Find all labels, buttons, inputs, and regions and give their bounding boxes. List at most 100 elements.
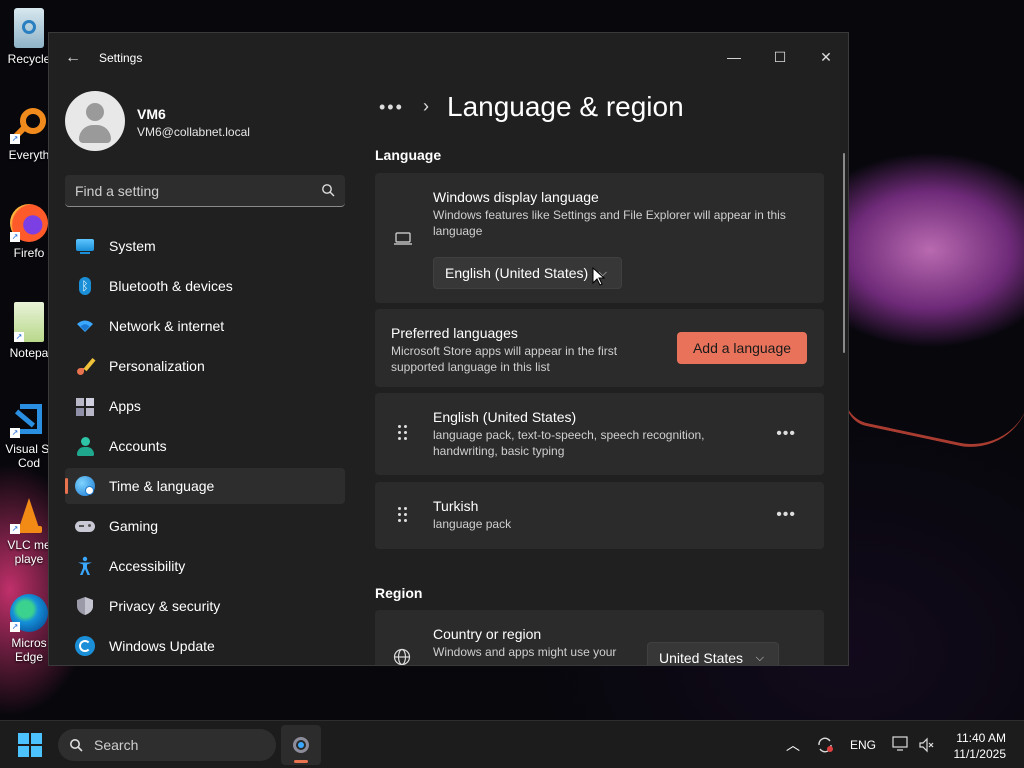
profile-name: VM6 [137,106,166,122]
find-setting-search [65,175,345,207]
windows-logo-pane [18,746,29,757]
vlc-icon: ↗ [10,496,48,534]
app-title: Settings [99,51,143,65]
shortcut-arrow-icon: ↗ [10,134,20,144]
start-button[interactable] [18,733,42,757]
shortcut-arrow-icon: ↗ [10,524,20,534]
display-language-desc-2: language [433,224,483,238]
back-button[interactable]: ← [63,48,83,68]
taskbar-search[interactable]: Search [58,729,276,761]
avatar[interactable] [65,91,125,151]
sidebar-item-network[interactable]: Network & internet [65,308,345,344]
gamepad-icon [75,516,95,536]
country-region-desc: Windows and apps might use your [433,645,617,659]
sidebar-item-accessibility[interactable]: Accessibility [65,548,345,584]
account-icon [75,436,95,456]
language-features-2: handwriting, basic typing [433,444,565,458]
chevron-up-icon[interactable]: ︿ [786,735,800,755]
clock-time: 11:40 AM [956,731,1006,745]
firefox-icon: ↗ [10,204,48,242]
more-options-button[interactable]: ••• [776,425,796,443]
sidebar-item-gaming[interactable]: Gaming [65,508,345,544]
drag-handle-icon[interactable] [397,507,409,525]
sync-icon[interactable] [816,736,834,754]
sidebar-item-label: Accounts [109,438,167,454]
language-name: English (United States) [433,409,577,425]
sidebar-item-label: Windows Update [109,638,215,654]
shortcut-arrow-icon: ↗ [10,622,20,632]
vscode-icon: ↗ [10,400,48,438]
search-input[interactable] [75,175,305,206]
mouse-cursor-icon [592,267,606,286]
arrow-left-icon: ← [65,49,81,66]
system-clock[interactable]: 11:40 AM 11/1/2025 [954,730,1007,762]
system-icon [75,236,95,256]
sidebar-item-label: System [109,238,156,254]
shield-icon [75,596,95,616]
network-icon[interactable] [892,736,910,752]
accessibility-icon [75,556,95,576]
display-language-title: Windows display language [433,189,599,205]
avatar-head [86,103,104,121]
section-title-language: Language [375,147,442,163]
sidebar-item-label: Gaming [109,518,159,534]
clock-date: 11/1/2025 [953,747,1007,761]
apps-icon [75,396,95,416]
taskbar: Search ︿ ENG 11:40 AM 11/1/2025 [0,720,1024,768]
taskbar-app-settings[interactable] [281,725,321,765]
dropdown-value: United States [659,650,744,666]
taskbar-search-label: Search [94,737,139,753]
language-item-english[interactable]: English (United States) language pack, t… [375,393,824,475]
sidebar-item-accounts[interactable]: Accounts [65,428,345,464]
shortcut-arrow-icon: ↗ [14,332,24,342]
gear-icon [293,737,309,753]
add-language-button[interactable]: Add a language [677,332,807,364]
sidebar-item-system[interactable]: System [65,228,345,264]
search-icon [70,739,83,752]
sidebar-item-windows-update[interactable]: Windows Update [65,628,345,664]
globe-clock-icon [75,476,95,496]
sidebar-item-apps[interactable]: Apps [65,388,345,424]
bluetooth-icon: ᛒ [75,276,95,296]
language-features: language pack [433,517,512,531]
sidebar-nav: System ᛒ Bluetooth & devices Network & i… [65,228,345,665]
breadcrumb-more-button[interactable]: ••• [379,97,404,118]
sidebar-item-time-language[interactable]: Time & language [65,468,345,504]
maximize-icon: ☐ [773,49,787,65]
shortcut-arrow-icon: ↗ [10,428,20,438]
minimize-icon: — [727,49,741,65]
preferred-languages-title: Preferred languages [391,325,518,341]
sidebar-item-label: Accessibility [109,558,186,574]
maximize-button[interactable]: ☐ [757,41,803,73]
country-region-dropdown[interactable]: United States ⌵ [647,642,779,666]
minimize-button[interactable]: — [711,41,757,73]
sidebar-item-privacy[interactable]: Privacy & security [65,588,345,624]
content-scrollbar[interactable] [843,153,845,353]
search-icon[interactable] [321,183,335,197]
sidebar-item-personalization[interactable]: Personalization [65,348,345,384]
input-language-indicator[interactable]: ENG [850,738,876,752]
display-language-desc: Windows features like Settings and File … [433,208,786,222]
title-bar[interactable]: ← Settings — ☐ ✕ [49,33,848,81]
drag-handle-icon[interactable] [397,425,409,443]
everything-search-icon: ↗ [10,106,48,144]
language-name: Turkish [433,498,479,514]
laptop-icon [394,232,412,245]
active-indicator [294,760,308,763]
language-item-turkish[interactable]: Turkish language pack ••• [375,482,824,549]
recycle-bin-icon [14,8,44,48]
wifi-icon [75,316,95,336]
close-button[interactable]: ✕ [803,41,848,73]
more-options-button[interactable]: ••• [776,506,796,524]
volume-muted-icon[interactable] [918,737,934,753]
chevron-down-icon: ⌵ [755,652,764,664]
language-features: language pack, text-to-speech, speech re… [433,428,705,442]
preferred-languages-desc: Microsoft Store apps will appear in the … [391,344,618,358]
section-title-region: Region [375,585,423,601]
windows-logo-pane [31,733,42,744]
sidebar-item-label: Network & internet [109,318,225,334]
preferred-languages-desc-2: supported language in this list [391,360,550,374]
windows-logo-icon [18,733,29,744]
preferred-languages-card: Preferred languages Microsoft Store apps… [375,309,824,387]
sidebar-item-bluetooth[interactable]: ᛒ Bluetooth & devices [65,268,345,304]
